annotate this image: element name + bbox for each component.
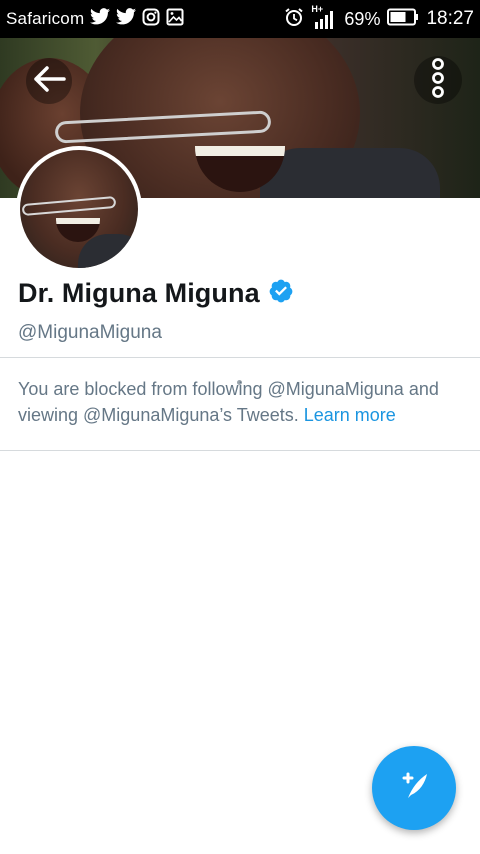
- battery-percent: 69%: [344, 8, 381, 29]
- clock-time: 18:27: [426, 8, 474, 29]
- compose-tweet-icon: [394, 766, 434, 811]
- learn-more-link[interactable]: Learn more: [304, 405, 396, 425]
- avatar-photo: [20, 150, 138, 268]
- verified-badge-icon: [268, 278, 294, 309]
- compose-tweet-button[interactable]: [372, 746, 456, 830]
- gallery-icon: [166, 8, 184, 31]
- status-bar: Safaricom H+ 69% 18:27: [0, 0, 480, 38]
- alarm-icon: [284, 7, 304, 32]
- profile-name-row: Dr. Miguna Miguna: [18, 278, 294, 309]
- profile-handle: @MigunaMiguna: [18, 322, 162, 343]
- divider-top: [0, 357, 480, 358]
- profile-screen: Safaricom H+ 69% 18:27 Dr. Miguna Miguna…: [0, 0, 480, 854]
- twitter-icon: [90, 8, 111, 30]
- status-bar-right: H+ 69% 18:27: [284, 0, 474, 38]
- twitter-icon: [116, 8, 137, 30]
- banner-suit-shape: [260, 148, 440, 198]
- instagram-icon: [142, 8, 160, 31]
- profile-display-name: Dr. Miguna Miguna: [18, 278, 260, 308]
- battery-icon: [387, 8, 419, 31]
- more-options-button[interactable]: [414, 56, 462, 104]
- divider-bottom: [0, 450, 480, 451]
- carrier-label: Safaricom: [6, 9, 85, 28]
- back-button[interactable]: [26, 58, 72, 104]
- profile-avatar[interactable]: [16, 146, 142, 272]
- status-bar-left: Safaricom: [0, 8, 184, 31]
- signal-icon: H+: [311, 4, 337, 30]
- blocked-notice: You are blocked from following @MigunaMi…: [18, 376, 468, 428]
- arrow-left-icon: [32, 65, 66, 98]
- more-vertical-icon: [430, 57, 446, 104]
- avatar-glasses-shape: [21, 195, 117, 217]
